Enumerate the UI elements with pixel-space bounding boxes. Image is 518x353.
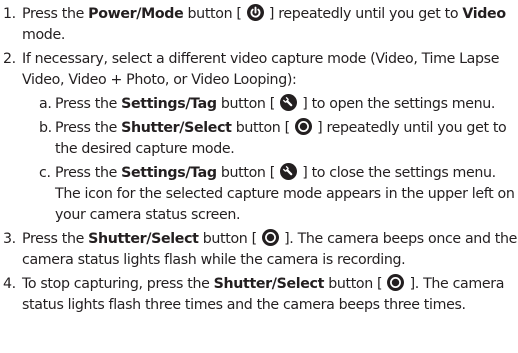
settings-tag-button-name: Settings/Tag (121, 96, 217, 112)
step-4: 4. To stop capturing, press the Shutter/… (2, 274, 518, 316)
substep-c: c. Press the Settings/Tag button [ ] to … (2, 163, 518, 226)
substep-a: a. Press the Settings/Tag button [ ] to … (2, 94, 518, 115)
step-1: 1. Press the Power/Mode button [ ] repea… (2, 4, 518, 46)
step-text: Press the (55, 96, 122, 112)
shutter-select-button-name: Shutter/Select (88, 231, 199, 247)
settings-tag-button-name: Settings/Tag (121, 165, 217, 181)
step-text: mode. (22, 27, 65, 43)
instructions-page: 1. Press the Power/Mode button [ ] repea… (0, 0, 518, 353)
power-icon (246, 4, 264, 21)
substep-list: a. Press the Settings/Tag button [ ] to … (2, 94, 518, 226)
step-2: 2. If necessary, select a different vide… (2, 49, 518, 91)
step-text: button [ (183, 6, 246, 22)
substep-letter: c. (39, 165, 51, 181)
step-3: 3. Press the Shutter/Select button [ ]. … (2, 229, 518, 271)
shutter-icon (261, 229, 279, 246)
step-text: To stop capturing, press the (22, 276, 214, 292)
step-text: button [ (231, 120, 294, 136)
step-number: 2. (3, 51, 16, 67)
step-number: 1. (3, 6, 16, 22)
wrench-icon (280, 163, 298, 180)
shutter-icon (294, 118, 312, 135)
step-text: Press the (55, 165, 122, 181)
substep-b: b. Press the Shutter/Select button [ ] r… (2, 118, 518, 160)
step-text: ] repeatedly until you get to (264, 6, 463, 22)
shutter-select-button-name: Shutter/Select (213, 276, 325, 292)
step-text: button [ (324, 276, 387, 292)
step-text: ] to open the settings menu. (298, 96, 496, 112)
power-mode-button-name: Power/Mode (88, 6, 184, 22)
wrench-icon (280, 94, 298, 111)
step-number: 4. (3, 276, 16, 292)
step-text: Press the (55, 120, 122, 136)
substep-letter: b. (39, 120, 52, 136)
step-text: button [ (198, 231, 261, 247)
shutter-icon (387, 274, 405, 291)
step-text: Press the (22, 6, 89, 22)
step-text: If necessary, select a different video c… (22, 51, 500, 88)
step-number: 3. (3, 231, 16, 247)
step-text: button [ (216, 165, 280, 181)
step-text: button [ (216, 96, 280, 112)
video-mode-name: Video (462, 6, 506, 22)
substep-letter: a. (39, 96, 52, 112)
step-text: Press the (22, 231, 89, 247)
shutter-select-button-name: Shutter/Select (121, 120, 232, 136)
